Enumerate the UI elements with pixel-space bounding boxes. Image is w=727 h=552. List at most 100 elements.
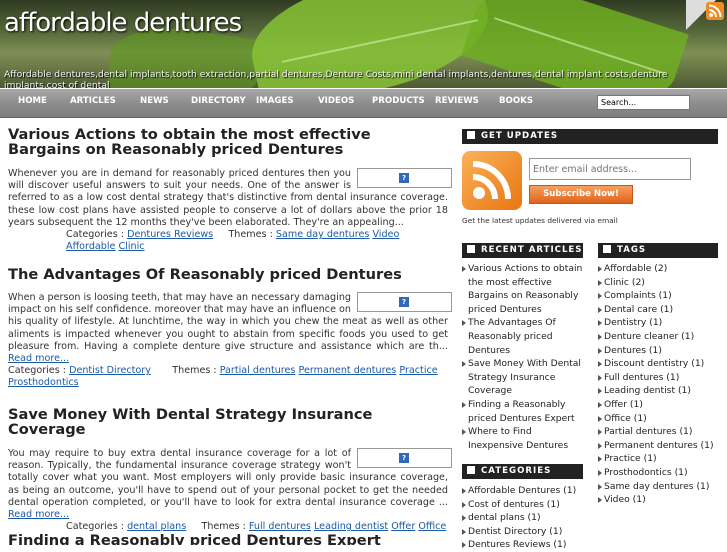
email-field[interactable] — [529, 158, 691, 180]
read-more-link[interactable]: Read more... — [8, 353, 69, 364]
tag-item[interactable]: Dental care (1) — [598, 303, 723, 317]
tag-item[interactable]: Affordable (2) — [598, 262, 723, 276]
post-body: ? When a person is loosing teeth, that m… — [8, 292, 452, 365]
main-nav: HOME ARTICLES NEWS DIRECTORY IMAGES VIDE… — [0, 89, 727, 118]
ad-placeholder[interactable]: ? — [357, 292, 452, 312]
category-item[interactable]: Dentist Directory (1) — [462, 525, 584, 539]
theme-link[interactable]: Prosthodontics — [8, 377, 79, 388]
nav-home[interactable]: HOME — [18, 96, 47, 106]
square-bullet-icon — [467, 131, 475, 139]
post-body: ? Whenever you are in demand for reasona… — [8, 168, 452, 229]
recent-articles-list: Various Actions to obtain the most effec… — [462, 262, 584, 452]
theme-link[interactable]: Video — [372, 229, 399, 240]
recent-article-link[interactable]: Finding a Reasonably priced Dentures Exp… — [462, 398, 584, 425]
recent-article-link[interactable]: Save Money With Dental Strategy Insuranc… — [462, 357, 584, 398]
category-link[interactable]: Dentures Reviews — [127, 229, 213, 240]
updates-note: Get the latest updates delivered via ema… — [462, 216, 618, 225]
category-item[interactable]: dental plans (1) — [462, 511, 584, 525]
tag-item[interactable]: Permanent dentures (1) — [598, 439, 723, 453]
theme-link[interactable]: Permanent dentures — [299, 365, 397, 376]
themes-label: Themes : — [201, 521, 246, 533]
themes-label: Themes : — [172, 365, 217, 377]
rss-icon[interactable] — [706, 2, 724, 20]
tag-item[interactable]: Same day dentures (1) — [598, 480, 723, 494]
theme-link[interactable]: Affordable — [66, 241, 115, 252]
help-icon: ? — [399, 297, 409, 307]
post: Save Money With Dental Strategy Insuranc… — [8, 407, 452, 533]
post-meta: Categories : Dentures Reviews Themes : S… — [8, 229, 448, 253]
nav-products[interactable]: PRODUCTS — [372, 96, 425, 106]
tag-item[interactable]: Practice (1) — [598, 452, 723, 466]
tag-item[interactable]: Denture cleaner (1) — [598, 330, 723, 344]
site-tagline: Affordable dentures,dental implants,toot… — [4, 69, 668, 88]
category-item[interactable]: Affordable Dentures (1) — [462, 484, 584, 498]
nav-images[interactable]: IMAGES — [256, 96, 294, 106]
nav-videos[interactable]: VIDEOS — [318, 96, 354, 106]
post-title[interactable]: Various Actions to obtain the most effec… — [8, 127, 448, 157]
categories-list: Affordable Dentures (1) Cost of dentures… — [462, 484, 584, 552]
post-title[interactable]: Finding a Reasonably priced Dentures Exp… — [8, 533, 448, 545]
theme-link[interactable]: Partial dentures — [220, 365, 296, 376]
tag-item[interactable]: Discount dentistry (1) — [598, 357, 723, 371]
post-title[interactable]: The Advantages Of Reasonably priced Dent… — [8, 267, 448, 282]
square-bullet-icon — [467, 466, 475, 474]
read-more-link[interactable]: Read more... — [8, 509, 69, 520]
theme-link[interactable]: Same day dentures — [276, 229, 370, 240]
theme-link[interactable]: Full dentures — [249, 521, 311, 532]
theme-link[interactable]: Office — [418, 521, 446, 532]
tag-item[interactable]: Video (1) — [598, 493, 723, 507]
tag-item[interactable]: Prosthodontics (1) — [598, 466, 723, 480]
nav-directory[interactable]: DIRECTORY — [191, 96, 246, 106]
recent-article-link[interactable]: Where to Find Inexpensive Dentures — [462, 425, 584, 452]
site-header: affordable dentures Affordable dentures,… — [0, 0, 727, 88]
category-link[interactable]: dental plans — [127, 521, 186, 532]
nav-articles[interactable]: ARTICLES — [70, 96, 116, 106]
tag-item[interactable]: Dentistry (1) — [598, 316, 723, 330]
post: Finding a Reasonably priced Dentures Exp… — [8, 533, 448, 545]
categories-label: Categories : — [66, 229, 124, 241]
help-icon: ? — [399, 453, 409, 463]
category-item[interactable]: Cost of dentures (1) — [462, 498, 584, 512]
ad-placeholder[interactable]: ? — [357, 168, 452, 188]
categories-label: Categories : — [66, 521, 124, 533]
theme-link[interactable]: Offer — [391, 521, 415, 532]
post-title[interactable]: Save Money With Dental Strategy Insuranc… — [8, 407, 448, 437]
nav-news[interactable]: NEWS — [140, 96, 169, 106]
square-bullet-icon — [467, 245, 475, 253]
tag-item[interactable]: Office (1) — [598, 412, 723, 426]
categories-label: Categories : — [8, 365, 66, 377]
rss-corner-badge[interactable] — [686, 0, 727, 30]
post-body: ? You may require to buy extra dental in… — [8, 448, 452, 521]
post-meta: Categories : Dentist Directory Themes : … — [8, 365, 448, 389]
tag-item[interactable]: Dentures (1) — [598, 344, 723, 358]
post: Various Actions to obtain the most effec… — [8, 127, 452, 253]
updates-heading: GET UPDATES — [462, 129, 718, 144]
rss-feed-icon[interactable] — [462, 151, 522, 210]
tag-item[interactable]: Leading dentist (1) — [598, 384, 723, 398]
theme-link[interactable]: Leading dentist — [314, 521, 388, 532]
help-icon: ? — [399, 173, 409, 183]
themes-label: Themes : — [228, 229, 273, 241]
post: The Advantages Of Reasonably priced Dent… — [8, 267, 452, 390]
tag-item[interactable]: Offer (1) — [598, 398, 723, 412]
site-title[interactable]: affordable dentures — [4, 8, 242, 38]
search-input[interactable] — [597, 95, 690, 110]
tag-item[interactable]: Partial dentures (1) — [598, 425, 723, 439]
recent-article-link[interactable]: The Advantages Of Reasonably priced Dent… — [462, 316, 584, 357]
subscribe-button[interactable]: Subscribe Now! — [529, 185, 633, 204]
category-item[interactable]: Dentures Reviews (1) — [462, 538, 584, 552]
tag-item[interactable]: Complaints (1) — [598, 289, 723, 303]
nav-books[interactable]: BOOKS — [499, 96, 533, 106]
theme-link[interactable]: Clinic — [119, 241, 145, 252]
ad-placeholder[interactable]: ? — [357, 448, 452, 468]
tag-item[interactable]: Full dentures (1) — [598, 371, 723, 385]
category-link[interactable]: Dentist Directory — [69, 365, 151, 376]
nav-reviews[interactable]: REVIEWS — [435, 96, 479, 106]
tags-heading: TAGS — [598, 243, 718, 258]
tags-list: Affordable (2) Clinic (2) Complaints (1)… — [598, 262, 723, 507]
recent-article-link[interactable]: Various Actions to obtain the most effec… — [462, 262, 584, 316]
tag-item[interactable]: Clinic (2) — [598, 276, 723, 290]
recent-articles-heading: RECENT ARTICLES — [462, 243, 583, 258]
theme-link[interactable]: Practice — [399, 365, 437, 376]
categories-heading: CATEGORIES — [462, 464, 583, 479]
